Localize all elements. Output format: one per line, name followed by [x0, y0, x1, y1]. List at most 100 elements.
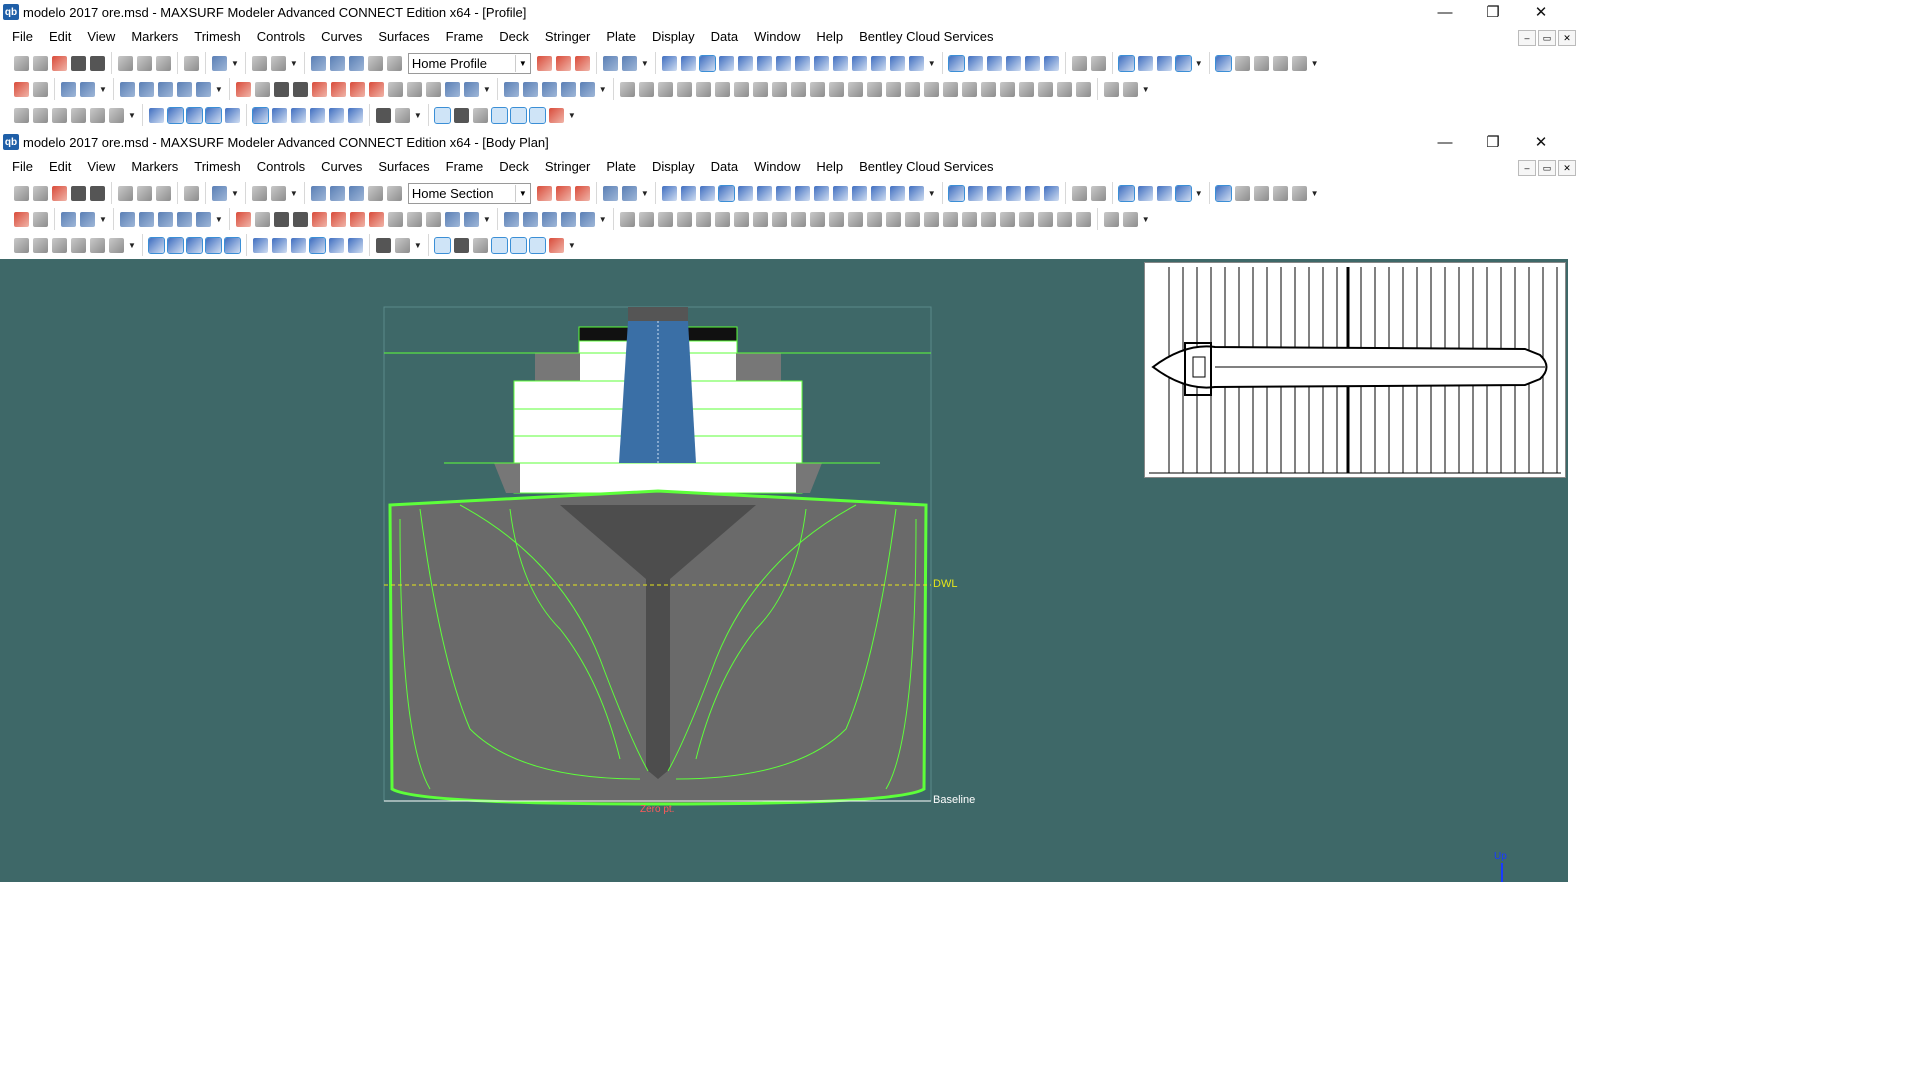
curve-icon[interactable] [235, 81, 251, 97]
trimesh-icon[interactable] [809, 211, 825, 227]
display-icon[interactable] [832, 55, 848, 71]
display-icon[interactable] [851, 55, 867, 71]
shade-icon[interactable] [453, 107, 469, 123]
menu-deck[interactable]: Deck [491, 24, 537, 50]
menu-view[interactable]: View [79, 154, 123, 180]
view-mode-icon[interactable] [252, 237, 268, 253]
chevron-down-icon[interactable]: ▼ [599, 215, 607, 224]
display-icon[interactable] [698, 54, 716, 72]
view-mode-icon[interactable] [290, 237, 306, 253]
menu-display[interactable]: Display [644, 154, 703, 180]
rotate-icon[interactable] [386, 185, 402, 201]
trimesh-icon[interactable] [619, 211, 635, 227]
curve-icon[interactable] [273, 81, 289, 97]
display-icon[interactable] [718, 55, 734, 71]
mdi-minimize-button[interactable]: – [1518, 160, 1536, 176]
menu-stringer[interactable]: Stringer [537, 24, 599, 50]
trimesh-icon[interactable] [790, 211, 806, 227]
mdi-close-button[interactable]: ✕ [1558, 160, 1576, 176]
move-icon[interactable] [195, 211, 211, 227]
tool-icon[interactable] [1103, 81, 1119, 97]
chevron-down-icon[interactable]: ▼ [641, 59, 649, 68]
chevron-down-icon[interactable]: ▼ [483, 215, 491, 224]
view-combo[interactable]: Home Section ▼ [407, 182, 531, 204]
display-icon[interactable] [908, 55, 924, 71]
chevron-down-icon[interactable]: ▼ [928, 189, 936, 198]
shade-icon[interactable] [453, 237, 469, 253]
minimize-button[interactable]: — [1422, 130, 1468, 154]
render-icon[interactable] [947, 54, 965, 72]
chevron-down-icon[interactable]: ▼ [414, 241, 422, 250]
curve-icon[interactable] [330, 81, 346, 97]
menu-edit[interactable]: Edit [41, 24, 79, 50]
trimesh-icon[interactable] [771, 211, 787, 227]
view-mode-icon[interactable] [290, 107, 306, 123]
curve-icon[interactable] [349, 81, 365, 97]
shade-icon[interactable] [490, 106, 508, 124]
mdi-close-button[interactable]: ✕ [1558, 30, 1576, 46]
body-plan-viewport[interactable]: DWL Baseline Zero pt. Up [0, 259, 1568, 882]
curve-icon[interactable] [387, 211, 403, 227]
pan-icon[interactable] [367, 55, 383, 71]
chevron-down-icon[interactable]: ▼ [215, 215, 223, 224]
shade-icon[interactable] [433, 236, 451, 254]
chevron-down-icon[interactable]: ▼ [1311, 189, 1319, 198]
menu-frame[interactable]: Frame [438, 24, 492, 50]
marker-icon[interactable] [109, 237, 124, 253]
close-button[interactable]: ✕ [1518, 0, 1564, 24]
save-icon[interactable] [71, 185, 86, 201]
chevron-down-icon[interactable]: ▼ [231, 59, 239, 68]
chevron-down-icon[interactable]: ▼ [1195, 189, 1203, 198]
trimesh-icon[interactable] [638, 211, 654, 227]
menu-surfaces[interactable]: Surfaces [370, 154, 437, 180]
zoom-fit-icon[interactable] [348, 55, 364, 71]
move-icon[interactable] [157, 81, 173, 97]
menu-window[interactable]: Window [746, 24, 808, 50]
menu-help[interactable]: Help [808, 154, 851, 180]
trimesh-icon[interactable] [695, 81, 711, 97]
chevron-down-icon[interactable]: ▼ [514, 54, 530, 72]
render-icon[interactable] [1024, 55, 1040, 71]
print-icon[interactable] [184, 185, 199, 201]
render-icon[interactable] [1005, 185, 1021, 201]
trimesh-icon[interactable] [904, 81, 920, 97]
move-icon[interactable] [157, 211, 173, 227]
curve-icon[interactable] [292, 81, 308, 97]
move-icon[interactable] [176, 211, 192, 227]
trimesh-icon[interactable] [714, 81, 730, 97]
menu-deck[interactable]: Deck [491, 154, 537, 180]
view-mode-icon[interactable] [271, 107, 287, 123]
trimesh-icon[interactable] [676, 211, 692, 227]
display-icon[interactable] [717, 184, 735, 202]
trimesh-icon[interactable] [980, 81, 996, 97]
display-icon[interactable] [661, 185, 677, 201]
grid-icon[interactable] [1090, 185, 1106, 201]
menu-trimesh[interactable]: Trimesh [186, 24, 248, 50]
curve-icon[interactable] [311, 211, 327, 227]
shade-icon[interactable] [528, 236, 546, 254]
trimesh-icon[interactable] [999, 81, 1015, 97]
point-icon[interactable] [61, 211, 76, 227]
menu-file[interactable]: File [4, 154, 41, 180]
zoom-out-icon[interactable] [329, 185, 345, 201]
menu-curves[interactable]: Curves [313, 24, 370, 50]
undo-icon[interactable] [251, 185, 267, 201]
save-icon[interactable] [71, 55, 86, 71]
copy-icon[interactable] [137, 185, 152, 201]
menu-plate[interactable]: Plate [598, 24, 644, 50]
copy-icon[interactable] [137, 55, 152, 71]
marker-icon[interactable] [14, 107, 29, 123]
window-icon[interactable] [1234, 55, 1250, 71]
save-as-icon[interactable] [90, 55, 105, 71]
menu-view[interactable]: View [79, 24, 123, 50]
render-icon[interactable] [1005, 55, 1021, 71]
curve-icon[interactable] [387, 81, 403, 97]
trimesh-icon[interactable] [866, 81, 882, 97]
zoom-in-icon[interactable] [310, 185, 326, 201]
paste-icon[interactable] [156, 55, 171, 71]
chevron-down-icon[interactable]: ▼ [641, 189, 649, 198]
redo-icon[interactable] [270, 185, 286, 201]
display-icon[interactable] [889, 55, 905, 71]
tool-icon[interactable] [1122, 81, 1138, 97]
surface-icon[interactable] [579, 211, 595, 227]
